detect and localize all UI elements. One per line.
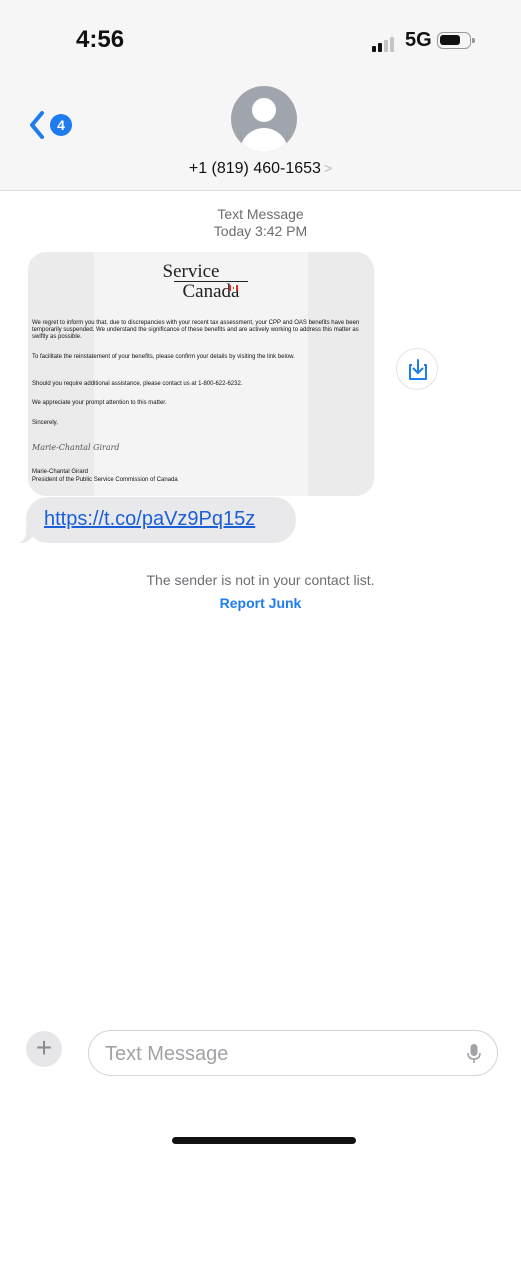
- report-junk-link[interactable]: Report Junk: [0, 595, 521, 611]
- conversation-header: 4 +1 (819) 460-1653 >: [0, 86, 521, 191]
- letter-paragraph: Sincerely,: [32, 420, 58, 426]
- message-type-label: Text Message: [217, 206, 304, 222]
- image-message-bubble[interactable]: Service Canada We regret to inform you t…: [28, 252, 374, 496]
- home-indicator[interactable]: [172, 1137, 356, 1144]
- cellular-signal-icon: [372, 36, 402, 52]
- person-silhouette-icon: [252, 98, 276, 122]
- back-button[interactable]: 4: [28, 108, 78, 144]
- status-bar: 4:56 5G: [0, 0, 521, 90]
- chevron-left-icon: [30, 111, 44, 139]
- avatar[interactable]: [231, 86, 297, 152]
- microphone-icon[interactable]: [467, 1043, 481, 1065]
- signer-name: Marie-Chantal Girard: [32, 469, 89, 475]
- message-input[interactable]: [103, 1041, 447, 1067]
- battery-icon: [437, 32, 475, 49]
- letter-paragraph: To facilitate the reinstatement of your …: [32, 354, 295, 360]
- letter-paragraph: We regret to inform you that, due to dis…: [32, 320, 360, 340]
- message-input-container: [88, 1030, 498, 1076]
- contact-name-button[interactable]: +1 (819) 460-1653 >: [0, 160, 521, 178]
- unread-badge: 4: [50, 114, 72, 136]
- status-time: 4:56: [76, 26, 125, 53]
- contact-name: +1 (819) 460-1653: [188, 160, 321, 177]
- link-message-bubble[interactable]: https://t.co/paVz9Pq15z: [12, 497, 296, 543]
- service-canada-logo: Service Canada: [28, 262, 374, 301]
- letter-paragraph: We appreciate your prompt attention to t…: [32, 400, 167, 406]
- signer-title: President of the Public Service Commissi…: [32, 477, 178, 483]
- save-to-photos-icon: [409, 359, 427, 380]
- letter-paragraph: Should you require additional assistance…: [32, 381, 243, 387]
- canada-flag-icon: [229, 285, 238, 291]
- logo-line-1: Service: [162, 261, 220, 282]
- logo-line-2: Canada: [174, 281, 248, 301]
- save-image-button[interactable]: [396, 348, 438, 390]
- message-timestamp: Today 3:42 PM: [213, 223, 308, 239]
- unknown-sender-notice: The sender is not in your contact list.: [146, 572, 375, 588]
- message-link[interactable]: https://t.co/paVz9Pq15z: [44, 508, 255, 531]
- network-type: 5G: [405, 29, 432, 51]
- chevron-right-icon: >: [323, 160, 333, 176]
- apps-plus-button[interactable]: +: [26, 1031, 62, 1067]
- handwritten-signature: Marie-Chantal Girard: [32, 443, 120, 452]
